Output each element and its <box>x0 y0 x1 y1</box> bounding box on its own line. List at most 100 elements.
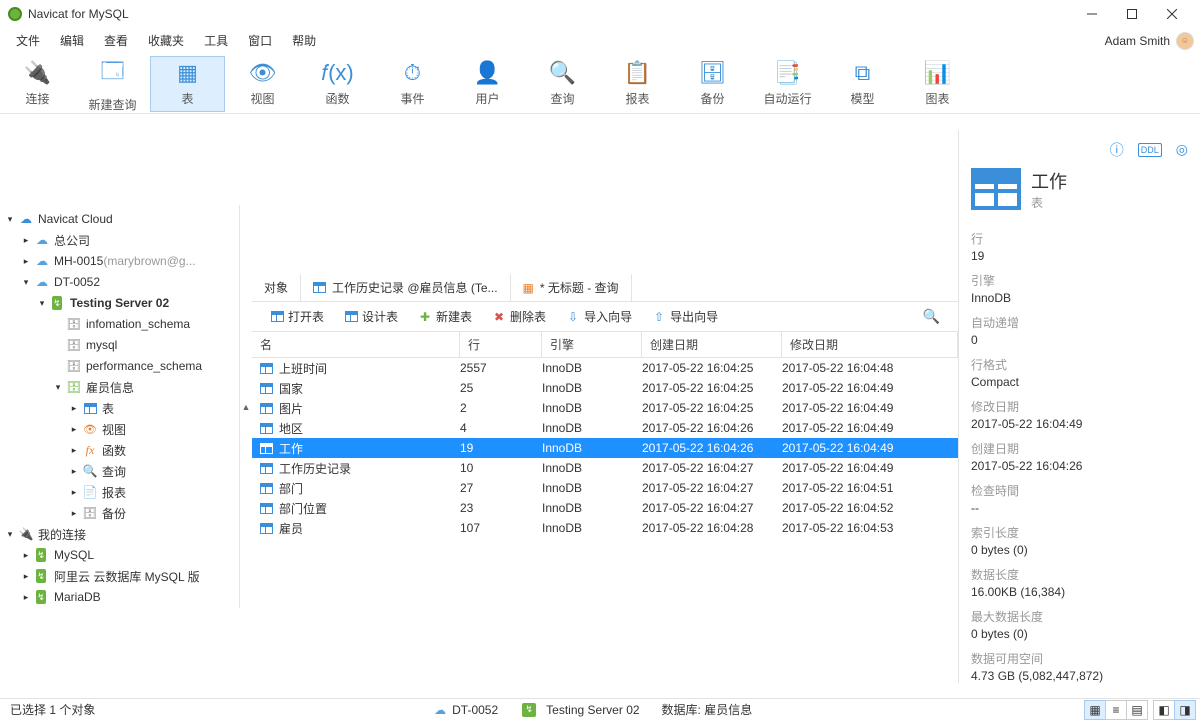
tree-node[interactable]: ▸🗄备份 <box>0 503 239 524</box>
status-server[interactable]: ↯Testing Server 02 <box>514 703 645 717</box>
table-row[interactable]: 地区4InnoDB2017-05-22 16:04:262017-05-22 1… <box>252 418 958 438</box>
expand-icon[interactable]: ▸ <box>20 592 32 603</box>
table-row[interactable]: 图片2InnoDB2017-05-22 16:04:252017-05-22 1… <box>252 398 958 418</box>
tree-node[interactable]: ▸表 <box>0 398 239 419</box>
expand-icon[interactable]: ▾ <box>20 277 32 288</box>
expand-icon[interactable]: ▸ <box>68 508 80 519</box>
col-modified[interactable]: 修改日期 <box>782 332 958 358</box>
tree-node[interactable]: 🗄mysql <box>0 335 239 356</box>
tree-node[interactable]: ▸🔍查询 <box>0 461 239 482</box>
pane-left-button[interactable]: ◧ <box>1153 700 1175 720</box>
expand-icon[interactable]: ▸ <box>20 235 32 246</box>
toolbar-model-button[interactable]: ⧉模型 <box>825 56 900 112</box>
tree-node[interactable]: ▸👁视图 <box>0 419 239 440</box>
objtool-4[interactable]: ⇩导入向导 <box>556 302 642 332</box>
objtool-3[interactable]: ✖删除表 <box>482 302 556 332</box>
menu-2[interactable]: 查看 <box>94 28 138 54</box>
expand-icon[interactable]: ▸ <box>68 424 80 435</box>
tree-my-connections[interactable]: ▾🔌我的连接 <box>0 524 239 545</box>
tab-1[interactable]: 工作历史记录 @雇员信息 (Te... <box>301 274 511 302</box>
toolbar-newquery-button[interactable]: 🗔新建查询 <box>75 56 150 112</box>
table-row[interactable]: 上班时间2557InnoDB2017-05-22 16:04:252017-05… <box>252 358 958 378</box>
expand-icon[interactable]: ▸ <box>68 445 80 456</box>
toolbar-user-button[interactable]: 👤用户 <box>450 56 525 112</box>
expand-icon[interactable]: ▾ <box>52 382 64 393</box>
table-row[interactable]: 部门位置23InnoDB2017-05-22 16:04:272017-05-2… <box>252 498 958 518</box>
menu-6[interactable]: 帮助 <box>282 28 326 54</box>
tree-node[interactable]: ▸↯阿里云 云数据库 MySQL 版 <box>0 566 239 587</box>
tree-node[interactable]: ▾🗄雇员信息 <box>0 377 239 398</box>
col-created[interactable]: 创建日期 <box>642 332 782 358</box>
toolbar-fx-button[interactable]: 𝑓(x)函数 <box>300 56 375 112</box>
pane-right-button[interactable]: ◨ <box>1174 700 1196 720</box>
table-row[interactable]: 国家25InnoDB2017-05-22 16:04:252017-05-22 … <box>252 378 958 398</box>
toolbar-plug-button[interactable]: 🔌连接 <box>0 56 75 112</box>
objtool-2[interactable]: ✚新建表 <box>408 302 482 332</box>
objtool-0[interactable]: 打开表 <box>260 302 334 332</box>
expand-icon[interactable]: ▸ <box>68 403 80 414</box>
menu-4[interactable]: 工具 <box>194 28 238 54</box>
toolbar-query-button[interactable]: 🔍查询 <box>525 56 600 112</box>
maximize-button[interactable] <box>1112 0 1152 28</box>
expand-icon[interactable]: ▸ <box>20 256 32 267</box>
status-connection[interactable]: ☁DT-0052 <box>428 703 504 717</box>
menu-3[interactable]: 收藏夹 <box>138 28 194 54</box>
view-list-button[interactable]: ≡ <box>1105 700 1127 720</box>
col-engine[interactable]: 引擎 <box>542 332 642 358</box>
table-row[interactable]: 部门27InnoDB2017-05-22 16:04:272017-05-22 … <box>252 478 958 498</box>
tree-node[interactable]: ▸↯MariaDB <box>0 587 239 608</box>
toolbar-chart-button[interactable]: 📊图表 <box>900 56 975 112</box>
tree-node[interactable]: ▸↯MySQL <box>0 545 239 566</box>
objtool-1[interactable]: 设计表 <box>334 302 408 332</box>
tree-node[interactable]: ▾☁DT-0052 <box>0 272 239 293</box>
expand-icon[interactable]: ▸ <box>68 487 80 498</box>
col-rows[interactable]: 行 <box>460 332 542 358</box>
close-button[interactable] <box>1152 0 1192 28</box>
tree-navicat-cloud[interactable]: ▾☁Navicat Cloud <box>0 209 239 230</box>
preview-icon[interactable]: ◎ <box>1176 141 1188 158</box>
splitter[interactable]: ▲ <box>240 400 252 412</box>
ddl-icon[interactable]: DDL <box>1138 143 1162 157</box>
toolbar-event-button[interactable]: ⏱事件 <box>375 56 450 112</box>
user-name[interactable]: Adam Smith <box>1105 34 1170 48</box>
expand-icon[interactable]: ▾ <box>4 214 16 225</box>
object-pane: 对象工作历史记录 @雇员信息 (Te...▦* 无标题 - 查询 打开表设计表✚… <box>252 274 958 538</box>
detail-subtitle: 表 <box>1031 194 1067 211</box>
info-icon[interactable]: ⓘ <box>1110 140 1124 160</box>
table-row[interactable]: 工作历史记录10InnoDB2017-05-22 16:04:272017-05… <box>252 458 958 478</box>
view-mode-buttons: ▦ ≡ ▤ ◧ ◨ <box>1085 700 1196 720</box>
objtool-5[interactable]: ⇧导出向导 <box>642 302 728 332</box>
expand-icon[interactable]: ▾ <box>36 298 48 309</box>
table-row[interactable]: 雇员107InnoDB2017-05-22 16:04:282017-05-22… <box>252 518 958 538</box>
tree-node[interactable]: 🗄infomation_schema <box>0 314 239 335</box>
tree-node[interactable]: ▸☁MH-0015 (marybrown@g... <box>0 251 239 272</box>
view-detail-button[interactable]: ▤ <box>1126 700 1148 720</box>
tree-node[interactable]: ▸fx函数 <box>0 440 239 461</box>
expand-icon[interactable]: ▸ <box>20 571 32 582</box>
search-icon[interactable]: 🔍 <box>923 308 950 325</box>
menu-1[interactable]: 编辑 <box>50 28 94 54</box>
tree-node[interactable]: ▸☁总公司 <box>0 230 239 251</box>
toolbar-table-button[interactable]: ▦表 <box>150 56 225 112</box>
expand-icon[interactable]: ▸ <box>20 550 32 561</box>
detail-key: 检查時間 <box>971 482 1188 499</box>
view-grid-button[interactable]: ▦ <box>1084 700 1106 720</box>
expand-icon[interactable]: ▸ <box>68 466 80 477</box>
menu-5[interactable]: 窗口 <box>238 28 282 54</box>
toolbar-schedule-button[interactable]: 📑自动运行 <box>750 56 825 112</box>
menu-0[interactable]: 文件 <box>6 28 50 54</box>
toolbar-view-button[interactable]: 👁视图 <box>225 56 300 112</box>
tree-node[interactable]: 🗄performance_schema <box>0 356 239 377</box>
tab-0[interactable]: 对象 <box>252 274 301 302</box>
tab-2[interactable]: ▦* 无标题 - 查询 <box>511 274 632 302</box>
table-row[interactable]: 工作19InnoDB2017-05-22 16:04:262017-05-22 … <box>252 438 958 458</box>
col-name[interactable]: 名 <box>252 332 460 358</box>
tree-node[interactable]: ▸📄报表 <box>0 482 239 503</box>
scroll-up-icon[interactable]: ▲ <box>242 402 251 412</box>
tree-node[interactable]: ▾↯Testing Server 02 <box>0 293 239 314</box>
toolbar-backup-button[interactable]: 🗄备份 <box>675 56 750 112</box>
toolbar-report-button[interactable]: 📋报表 <box>600 56 675 112</box>
expand-icon[interactable]: ▾ <box>4 529 16 540</box>
avatar-icon[interactable]: ☺ <box>1176 32 1194 50</box>
minimize-button[interactable] <box>1072 0 1112 28</box>
